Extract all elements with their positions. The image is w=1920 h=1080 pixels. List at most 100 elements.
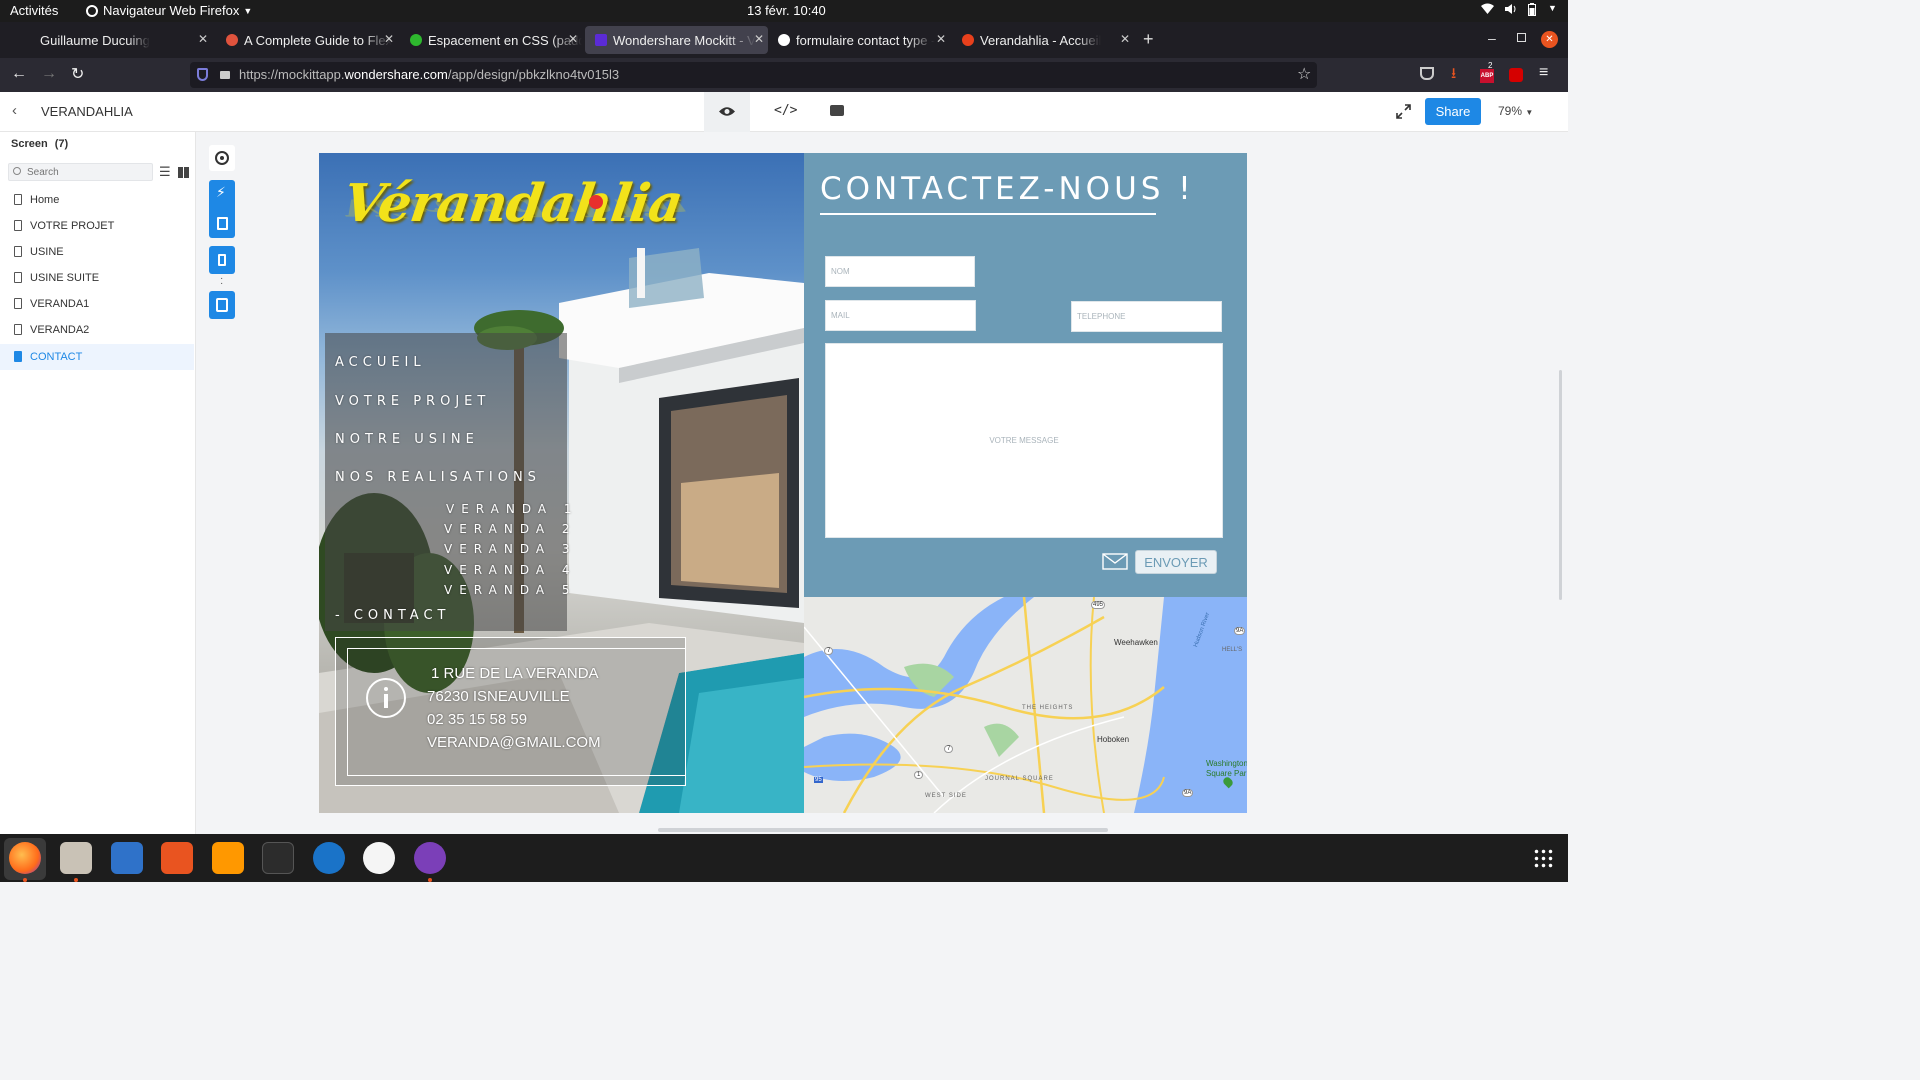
adblock-icon[interactable]: ABP [1480, 69, 1494, 83]
tab-google-contact-form[interactable]: formulaire contact type - ✕ [768, 26, 950, 54]
toggle-tool-button[interactable] [209, 291, 235, 319]
page-item-votre-projet[interactable]: VOTRE PROJET [0, 213, 194, 239]
activities-button[interactable]: Activités [10, 3, 58, 18]
lock-icon[interactable] [220, 71, 230, 79]
map-route-495: 495 [1091, 601, 1106, 609]
nav-veranda-1[interactable]: VERANDA 1 [446, 502, 579, 516]
page-item-usine[interactable]: USINE [0, 239, 194, 265]
clock[interactable]: 13 févr. 10:40 [747, 3, 826, 18]
hamburger-menu-icon[interactable]: ≡ [1539, 64, 1548, 82]
nom-input[interactable]: NOM [825, 256, 975, 287]
minimize-icon[interactable]: – [1488, 30, 1496, 46]
software-center-dock-icon[interactable] [161, 842, 193, 874]
zoom-select[interactable]: 79% ▼ [1498, 104, 1533, 118]
close-icon[interactable]: ✕ [568, 32, 578, 46]
adblock-badge: 2 [1488, 61, 1493, 70]
phone-icon [218, 254, 226, 266]
design-artboard[interactable]: Vérandahlia Vérandahlia ACCUEIL VOTRE PR… [319, 153, 1247, 813]
page-item-usine-suite[interactable]: USINE SUITE [0, 265, 194, 291]
tab-verandahlia[interactable]: Verandahlia - Accueil ✕ [952, 26, 1134, 54]
tab-guillaume-ducuing[interactable]: Guillaume Ducuing ✕ [30, 26, 212, 54]
location-map[interactable]: Weehawken Hoboken THE HEIGHTS JOURNAL SQ… [804, 597, 1247, 813]
list-view-icon[interactable]: ☰ [159, 164, 171, 180]
more-dots-icon[interactable]: · · [220, 274, 223, 289]
shield-icon[interactable] [197, 68, 208, 81]
new-tab-plus-icon[interactable]: + [1143, 29, 1154, 50]
nav-veranda-4[interactable]: VERANDA 4 [444, 563, 577, 577]
app-grid-icon[interactable] [1533, 848, 1553, 868]
tab-mockitt[interactable]: Wondershare Mockitt - V ✕ [585, 26, 768, 54]
back-chevron-icon[interactable]: ‹ [12, 102, 17, 119]
lightning-icon[interactable]: ⚡ [216, 184, 226, 201]
page-icon [14, 194, 22, 205]
vertical-scrollbar[interactable] [1559, 370, 1562, 600]
nav-notre-usine[interactable]: NOTRE USINE [335, 432, 479, 447]
share-button[interactable]: Share [1425, 98, 1481, 125]
target-tool-button[interactable] [209, 145, 235, 171]
nav-nos-realisations[interactable]: NOS REALISATIONS [335, 470, 541, 485]
page-icon [14, 220, 22, 231]
wifi-icon[interactable] [1481, 3, 1494, 18]
volume-icon[interactable] [1504, 3, 1517, 18]
download-icon[interactable]: ⭳ [1451, 63, 1456, 88]
mail-input[interactable]: MAIL [825, 300, 976, 331]
project-name[interactable]: VERANDAHLIA [41, 104, 133, 119]
nav-contact[interactable]: - CONTACT [335, 608, 450, 623]
code-icon[interactable]: </> [774, 103, 797, 118]
youtube-extension-icon[interactable] [1509, 68, 1523, 82]
send-button[interactable]: ENVOYER [1135, 550, 1217, 574]
battery-icon[interactable] [1528, 3, 1536, 19]
nav-veranda-2[interactable]: VERANDA 2 [444, 522, 577, 536]
close-icon[interactable]: ✕ [936, 32, 946, 46]
nav-veranda-5[interactable]: VERANDA 5 [444, 583, 577, 597]
terminal-dock-icon[interactable] [262, 842, 294, 874]
close-window-icon[interactable]: ✕ [1541, 31, 1558, 48]
zoom-value: 79% [1498, 104, 1523, 118]
power-menu-icon[interactable]: ▼ [1548, 3, 1557, 13]
bookmark-star-icon[interactable]: ☆ [1297, 64, 1311, 84]
close-icon[interactable]: ✕ [754, 32, 764, 46]
nav-votre-projet[interactable]: VOTRE PROJET [335, 394, 490, 409]
close-icon[interactable]: ✕ [198, 32, 208, 46]
media-player-dock-icon[interactable] [363, 842, 395, 874]
search-input[interactable] [27, 165, 147, 179]
page-label: USINE SUITE [30, 272, 100, 284]
url-bar[interactable]: https://mockittapp.wondershare.com/app/d… [190, 62, 1317, 88]
device-tool-button[interactable] [209, 246, 235, 274]
telephone-input[interactable]: TELEPHONE [1071, 301, 1222, 332]
envelope-icon [1102, 553, 1128, 570]
reload-icon[interactable]: ↻ [71, 64, 84, 84]
forward-arrow-icon[interactable]: → [41, 65, 57, 83]
page-item-veranda1[interactable]: VERANDA1 [0, 291, 194, 317]
close-icon[interactable]: ✕ [1120, 32, 1130, 46]
files-dock-icon[interactable] [60, 842, 92, 874]
message-textarea[interactable]: VOTRE MESSAGE [825, 343, 1223, 538]
page-item-home[interactable]: Home [0, 187, 194, 213]
pocket-icon[interactable] [1420, 67, 1434, 80]
nav-veranda-3[interactable]: VERANDA 3 [444, 542, 577, 556]
tab-flex-guide[interactable]: A Complete Guide to Flex ✕ [216, 26, 398, 54]
fullscreen-icon[interactable] [1396, 104, 1411, 119]
app-menu[interactable]: Navigateur Web Firefox ▼ [86, 3, 252, 18]
note-icon[interactable] [217, 217, 228, 230]
preview-mode-button[interactable] [704, 92, 750, 132]
grid-view-icon[interactable] [178, 167, 189, 178]
nav-accueil[interactable]: ACCUEIL [335, 355, 426, 370]
page-item-veranda2[interactable]: VERANDA2 [0, 317, 194, 343]
url-text[interactable]: https://mockittapp.wondershare.com/app/d… [239, 67, 619, 82]
github-desktop-dock-icon[interactable] [414, 842, 446, 874]
horizontal-scrollbar[interactable] [658, 828, 1108, 832]
tab-css-spacing[interactable]: Espacement en CSS (padd ✕ [400, 26, 582, 54]
writer-dock-icon[interactable] [111, 842, 143, 874]
firefox-icon [86, 4, 98, 17]
page-icon [14, 246, 22, 257]
comment-icon[interactable] [830, 105, 844, 116]
maximize-icon[interactable] [1517, 33, 1526, 42]
back-arrow-icon[interactable]: ← [11, 65, 27, 83]
close-icon[interactable]: ✕ [384, 32, 394, 46]
sublime-text-dock-icon[interactable] [212, 842, 244, 874]
firefox-dock-icon[interactable] [9, 842, 41, 874]
thunderbird-dock-icon[interactable] [313, 842, 345, 874]
search-field[interactable] [8, 163, 153, 181]
page-item-contact[interactable]: CONTACT [0, 344, 194, 370]
